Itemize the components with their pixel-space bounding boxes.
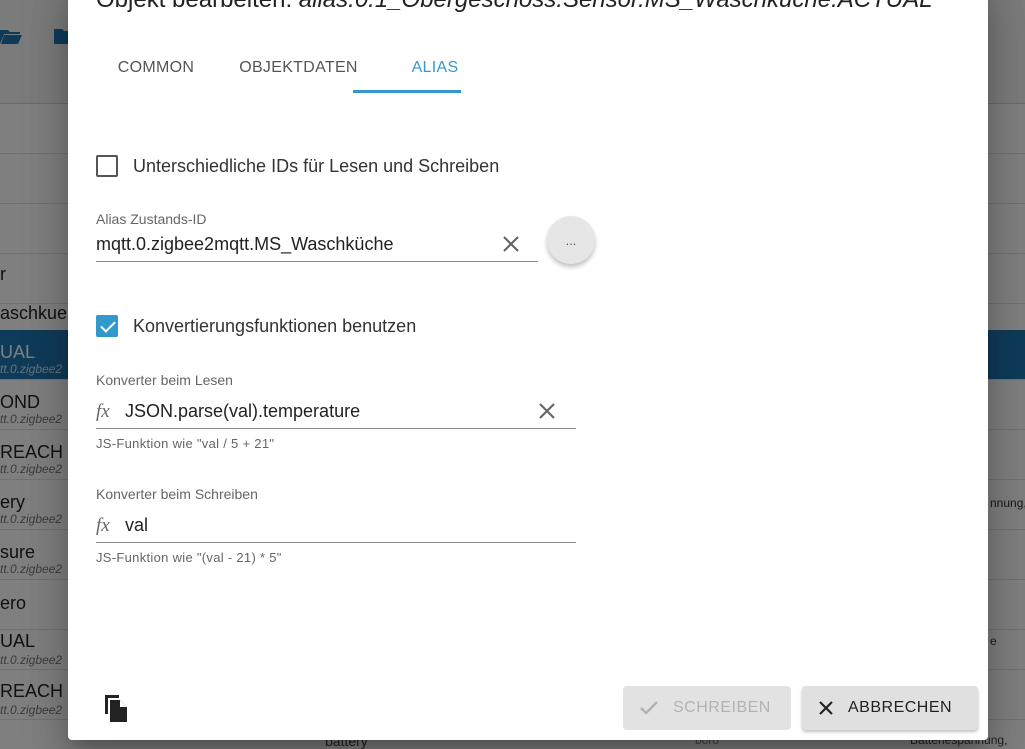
save-button-label: SCHREIBEN <box>673 699 771 716</box>
separate-ids-checkbox[interactable]: Unterschiedliche IDs für Lesen und Schre… <box>96 155 499 177</box>
write-converter-label: Konverter beim Schreiben <box>96 486 258 502</box>
read-converter-field[interactable]: fx JSON.parse(val).temperature <box>96 399 576 429</box>
select-id-button[interactable]: ... <box>547 216 595 264</box>
dialog-title-object-id: alias.0.1_Obergeschoss.Sensor.MS_Waschkü… <box>299 0 933 13</box>
check-icon <box>640 701 658 715</box>
use-conversion-label: Konvertierungsfunktionen benutzen <box>133 315 417 336</box>
dialog-title: Objekt bearbeiten: alias.0.1_Obergeschos… <box>96 0 932 14</box>
clear-icon[interactable] <box>502 235 520 253</box>
tab-indicator <box>353 90 461 93</box>
edit-object-dialog: Objekt bearbeiten: alias.0.1_Obergeschos… <box>68 0 988 740</box>
state-id-field[interactable]: mqtt.0.zigbee2mqtt.MS_Waschküche <box>96 232 538 262</box>
clear-icon[interactable] <box>538 402 556 420</box>
state-id-input[interactable]: mqtt.0.zigbee2mqtt.MS_Waschküche <box>96 234 393 255</box>
cancel-button-label: ABBRECHEN <box>848 699 953 716</box>
write-converter-field[interactable]: fx val <box>96 513 576 543</box>
separate-ids-label: Unterschiedliche IDs für Lesen und Schre… <box>133 155 500 176</box>
save-button[interactable]: SCHREIBEN <box>623 686 791 730</box>
read-converter-helper: JS-Funktion wie "val / 5 + 21" <box>96 436 275 451</box>
tab-objektdaten[interactable]: OBJEKTDATEN <box>226 42 371 94</box>
tab-common[interactable]: COMMON <box>96 42 216 94</box>
cancel-button[interactable]: ABBRECHEN <box>802 686 978 730</box>
write-converter-input[interactable]: val <box>125 515 148 536</box>
read-converter-label: Konverter beim Lesen <box>96 372 233 388</box>
dialog-title-prefix: Objekt bearbeiten: <box>96 0 299 13</box>
state-id-label: Alias Zustands-ID <box>96 211 207 227</box>
write-converter-helper: JS-Funktion wie "(val - 21) * 5" <box>96 550 282 565</box>
checkbox-checked-icon <box>96 315 118 337</box>
copy-icon[interactable] <box>102 692 128 722</box>
function-icon: fx <box>96 515 110 536</box>
checkbox-unchecked-icon <box>96 155 118 177</box>
tab-alias[interactable]: ALIAS <box>381 42 489 94</box>
close-icon <box>819 701 833 715</box>
function-icon: fx <box>96 401 110 422</box>
use-conversion-checkbox[interactable]: Konvertierungsfunktionen benutzen <box>96 315 416 337</box>
read-converter-input[interactable]: JSON.parse(val).temperature <box>125 401 360 422</box>
